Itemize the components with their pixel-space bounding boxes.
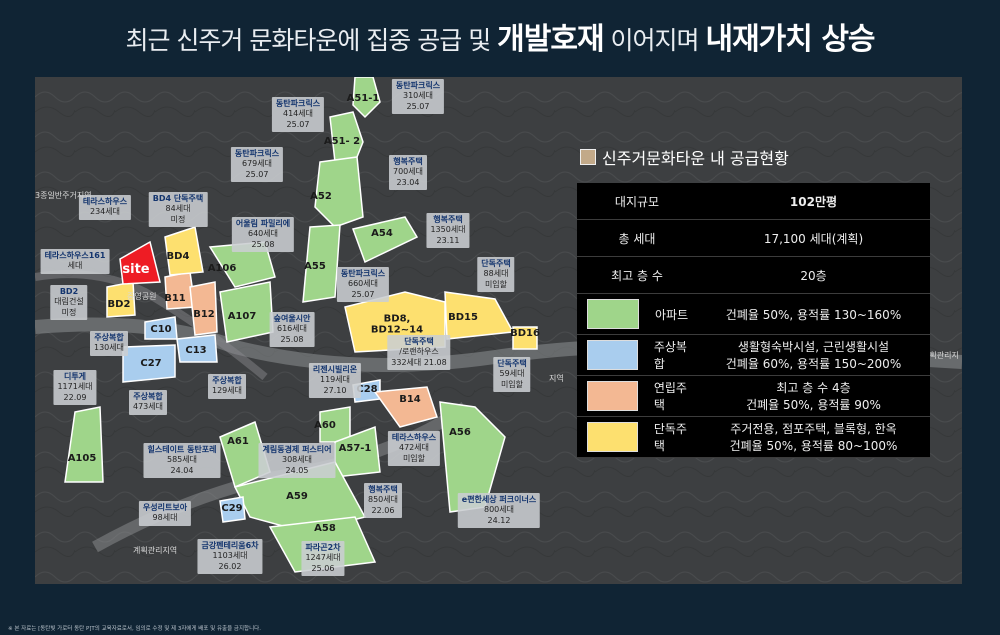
callout: 단독주택 59세대 미입할 — [493, 357, 531, 393]
callout: 행복주택 1350세대 23.11 — [426, 213, 470, 249]
zone-c13: C13 — [185, 344, 207, 356]
zoning-label: 3종일반주거지역 — [35, 191, 92, 200]
callout: 동탄파크릭스 679세대 25.07 — [230, 147, 284, 183]
callout: 주상복합 473세대 — [129, 390, 167, 415]
park-label: 중영공원 — [127, 292, 157, 301]
zone-c29: C29 — [221, 502, 243, 514]
legend-row: 주상복합 생활형숙박시설, 근린생활시설 건폐율 60%, 용적률 150~200… — [577, 334, 930, 376]
zone-b11: B11 — [164, 292, 186, 304]
callout: 단독주택 88세대 미입할 — [477, 257, 515, 293]
legend-row: 아파트 건폐율 50%, 용적률 130~160% — [577, 293, 930, 335]
callout: 우성리트보아 98세대 — [138, 501, 192, 526]
callout: BD2 대림건설 미정 — [50, 285, 88, 321]
supply-panel: 신주거문화타운 내 공급현황 대지규모 102만평 총 세대 17,100 세대(계… — [577, 145, 930, 458]
zone-a51-1: A51-1 — [346, 92, 380, 104]
legend-row: 연립주택 최고 층 수 4층 건폐율 50%, 용적률 90% — [577, 375, 930, 417]
zone-a58: A58 — [314, 522, 336, 534]
zone-b14: B14 — [399, 393, 421, 405]
zone-a56: A56 — [449, 426, 471, 438]
callout: 계림동경제 퍼스티어 308세대 24.05 — [258, 443, 336, 479]
zone-c10: C10 — [150, 323, 172, 335]
zoning-label: 계획관리지역 — [133, 546, 178, 555]
footnote: ※ 본 자료는 [동탄빛 가로터 동탄 P]T의 교육자료로서, 임의로 수정 … — [8, 626, 261, 632]
panel-title: 신주거문화타운 내 공급현황 — [580, 145, 927, 169]
bullet-square-icon — [580, 149, 596, 165]
site-marker: site — [122, 262, 150, 277]
zone-a51-2: A51- 2 — [323, 135, 361, 147]
legend-swatch-apartment — [587, 299, 639, 329]
callout: 단독주택/로랜하우스 332세대 21.08 — [387, 335, 451, 371]
callout: 주상복합 129세대 — [208, 374, 246, 399]
callout: 행복주택 850세대 22.06 — [364, 483, 402, 519]
zone-a59: A59 — [286, 490, 308, 502]
callout: 리젠시빌리온 119세대 27.10 — [308, 363, 362, 399]
zone-a60: A60 — [314, 419, 336, 431]
zoning-label: 지역 — [549, 374, 564, 383]
zone-a105: A105 — [67, 452, 97, 464]
zone-bd8: BD8, BD12~14 — [370, 313, 424, 335]
callout: 테라스하우스 472세대 미입할 — [387, 431, 441, 467]
callout: 행복주택 700세대 23.04 — [389, 155, 427, 191]
zone-bd16: BD16 — [510, 327, 540, 339]
table-row: 총 세대 17,100 세대(계획) — [577, 219, 930, 257]
callout: 디투게 1171세대 22.09 — [53, 370, 97, 406]
callout: 동탄파크릭스 660세대 25.07 — [336, 267, 390, 303]
zone-bd4: BD4 — [166, 250, 190, 262]
legend-row: 단독주택 주거전용, 점포주택, 블록형, 한옥 건폐율 50%, 용적률 80~… — [577, 416, 930, 458]
table-row: 최고 층 수 20층 — [577, 256, 930, 294]
zone-a107: A107 — [227, 310, 257, 322]
legend-swatch-detached — [587, 422, 638, 452]
callout: 동탄파크릭스 310세대 25.07 — [391, 79, 445, 115]
callout: e편한세상 퍼크이너스 800세대 24.12 — [457, 493, 541, 529]
table-row: 대지규모 102만평 — [577, 183, 930, 220]
callout: 테라스하우스161 세대 — [40, 249, 110, 274]
callout: BD4 단독주택 84세대 미정 — [148, 192, 208, 228]
zone-a55: A55 — [304, 260, 326, 272]
zone-c27: C27 — [140, 357, 162, 369]
headline: 최근 신주거 문화타운에 집중 공급 및 개발호재 이어지며 내재가치 상승 — [125, 22, 875, 57]
supply-table: 대지규모 102만평 총 세대 17,100 세대(계획) 최고 층 수 20층 아파… — [577, 183, 930, 458]
legend-swatch-row-house — [587, 381, 638, 411]
zone-a57-1: A57-1 — [338, 442, 372, 454]
zone-a52: A52 — [310, 190, 332, 202]
zone-a54: A54 — [371, 227, 393, 239]
callout: 힐스테이트 동탄포레 585세대 24.04 — [143, 443, 221, 479]
callout: 금강펜테리움6차 1103세대 26.02 — [197, 539, 263, 575]
callout: 주상복합 130세대 — [90, 331, 128, 356]
zone-a61: A61 — [227, 435, 249, 447]
callout: 어울림 파밀리에 640세대 25.08 — [231, 217, 295, 253]
zone-bd15: BD15 — [448, 311, 478, 323]
callout: 동탄파크릭스 414세대 25.07 — [271, 97, 325, 133]
callout: 파라곤2차 1247세대 25.06 — [301, 541, 345, 577]
callout: 숲여울시안 616세대 25.08 — [269, 312, 315, 348]
zone-b12: B12 — [193, 308, 215, 320]
legend-swatch-mixed-use — [587, 340, 638, 370]
zone-a106: A106 — [207, 262, 237, 274]
